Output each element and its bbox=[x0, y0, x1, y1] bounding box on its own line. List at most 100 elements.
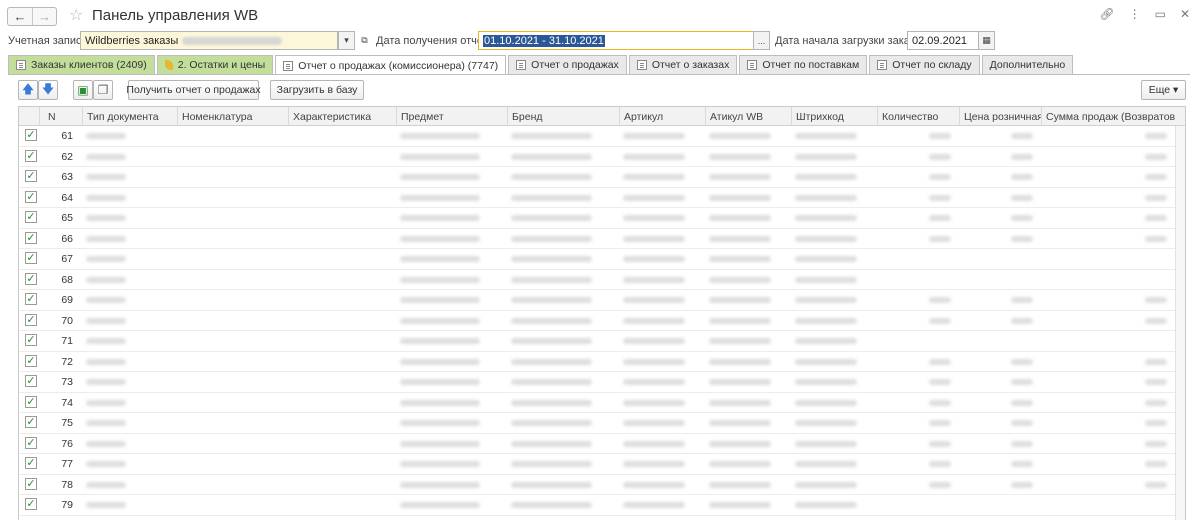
orders-start-field[interactable]: 02.09.2021 bbox=[907, 31, 979, 50]
table-row[interactable]: ✓ 70 bbox=[19, 311, 1185, 331]
table-row[interactable]: ✓ 64 bbox=[19, 188, 1185, 208]
header-brand[interactable]: Бренд bbox=[507, 107, 619, 126]
tab-stock-prices[interactable]: 2. Остатки и цены bbox=[156, 55, 274, 74]
table-row[interactable]: ✓ 67 bbox=[19, 249, 1185, 270]
row-number: 77 bbox=[61, 458, 73, 470]
row-number: 65 bbox=[61, 212, 73, 224]
row-checkbox[interactable]: ✓ bbox=[25, 313, 37, 326]
close-icon[interactable]: ✕ bbox=[1180, 7, 1190, 21]
star-icon[interactable]: ☆ bbox=[69, 5, 83, 25]
tab-commission-sales-report[interactable]: Отчет о продажах (комиссионера) (7747) bbox=[275, 55, 507, 75]
row-checkbox[interactable]: ✓ bbox=[25, 436, 37, 449]
table-row[interactable]: ✓ 78 bbox=[19, 475, 1185, 495]
check-all-button[interactable]: ▣ bbox=[73, 80, 93, 100]
account-dropdown-button[interactable]: ▾ bbox=[338, 31, 355, 50]
table-row[interactable]: ✓ 63 bbox=[19, 167, 1185, 188]
header-n[interactable]: N bbox=[39, 107, 82, 126]
header-article-wb[interactable]: Атикул WB bbox=[705, 107, 791, 126]
blurred-text bbox=[86, 235, 126, 242]
more-button[interactable]: Еще ▾ bbox=[1141, 80, 1186, 100]
open-account-button[interactable]: ⧉ bbox=[356, 31, 373, 50]
table-row[interactable]: ✓ 79 bbox=[19, 495, 1185, 516]
blurred-cell bbox=[1041, 290, 1175, 310]
blurred-text bbox=[400, 215, 480, 221]
blurred-text bbox=[709, 194, 771, 201]
row-checkbox[interactable]: ✓ bbox=[25, 334, 37, 346]
load-to-db-button[interactable]: Загрузить в базу bbox=[270, 80, 364, 100]
row-checkbox[interactable]: ✓ bbox=[25, 416, 37, 428]
move-down-button[interactable]: 🡇 bbox=[38, 80, 58, 100]
table-row[interactable]: ✓ 69 bbox=[19, 290, 1185, 311]
header-check bbox=[19, 107, 39, 126]
blurred-cell bbox=[82, 229, 177, 249]
tab-supplies-report[interactable]: Отчет по поставкам bbox=[739, 55, 868, 74]
get-sales-report-button[interactable]: Получить отчет о продажах bbox=[126, 80, 261, 100]
blurred-cell bbox=[705, 495, 791, 515]
table-row[interactable]: ✓ 73 bbox=[19, 372, 1185, 393]
row-checkbox[interactable]: ✓ bbox=[25, 211, 37, 223]
report-date-field[interactable]: 01.10.2021 - 31.10.2021 bbox=[478, 31, 754, 50]
forward-button[interactable]: → bbox=[32, 8, 56, 25]
row-checkbox[interactable]: ✓ bbox=[25, 231, 37, 244]
tab-warehouse-report[interactable]: Отчет по складу bbox=[869, 55, 980, 74]
header-nomenclature[interactable]: Номенклатура bbox=[177, 107, 288, 126]
row-checkbox[interactable]: ✓ bbox=[25, 170, 37, 182]
vertical-scrollbar[interactable] bbox=[1175, 126, 1185, 520]
header-quantity[interactable]: Количество bbox=[877, 107, 959, 126]
row-checkbox[interactable]: ✓ bbox=[25, 395, 37, 408]
row-checkbox[interactable]: ✓ bbox=[25, 149, 37, 162]
table-row[interactable]: ✓ 76 bbox=[19, 434, 1185, 454]
blurred-cell bbox=[619, 208, 705, 228]
row-checkbox[interactable]: ✓ bbox=[25, 477, 37, 490]
table-row[interactable]: ✓ 68 bbox=[19, 270, 1185, 290]
link-icon[interactable]: 🔗︎ bbox=[1099, 7, 1114, 21]
row-checkbox[interactable]: ✓ bbox=[25, 252, 37, 264]
table-row[interactable]: ✓ 71 bbox=[19, 331, 1185, 352]
tab-customer-orders[interactable]: Заказы клиентов (2409) bbox=[8, 55, 155, 74]
blurred-text bbox=[623, 276, 685, 283]
account-field[interactable]: Wildberries заказы bbox=[80, 31, 338, 50]
header-retail-price[interactable]: Цена розничная bbox=[959, 107, 1041, 126]
row-checkbox[interactable]: ✓ bbox=[25, 457, 37, 469]
row-checkbox[interactable]: ✓ bbox=[25, 293, 37, 305]
table-row[interactable]: ✓ 61 bbox=[19, 126, 1185, 147]
blurred-text bbox=[511, 174, 592, 180]
row-checkbox[interactable]: ✓ bbox=[25, 190, 37, 203]
table-row[interactable]: ✓ 74 bbox=[19, 393, 1185, 413]
header-article[interactable]: Артикул bbox=[619, 107, 705, 126]
header-sales-sum[interactable]: Сумма продаж (Возвратов) bbox=[1041, 107, 1175, 126]
table-row[interactable]: ✓ 65 bbox=[19, 208, 1185, 229]
row-checkbox[interactable]: ✓ bbox=[25, 498, 37, 510]
tab-orders-report[interactable]: Отчет о заказах bbox=[628, 55, 738, 74]
table-row[interactable]: ✓ 77 bbox=[19, 454, 1185, 475]
maximize-icon[interactable]: ▭ bbox=[1155, 7, 1166, 21]
blurred-cell bbox=[396, 147, 507, 167]
header-subject[interactable]: Предмет bbox=[396, 107, 507, 126]
row-checkbox[interactable]: ✓ bbox=[25, 272, 37, 285]
row-checkbox[interactable]: ✓ bbox=[25, 129, 37, 141]
header-barcode[interactable]: Штрихкод bbox=[791, 107, 877, 126]
back-button[interactable]: ← bbox=[8, 8, 32, 25]
tab-sales-report[interactable]: Отчет о продажах bbox=[508, 55, 627, 74]
header-characteristic[interactable]: Характеристика bbox=[288, 107, 396, 126]
row-checkbox[interactable]: ✓ bbox=[25, 375, 37, 387]
kebab-menu-icon[interactable]: ⋮ bbox=[1129, 7, 1141, 21]
blurred-text bbox=[400, 399, 480, 406]
table-row[interactable]: ✓ 72 bbox=[19, 352, 1185, 372]
blurred-text bbox=[795, 174, 857, 180]
calendar-button[interactable]: ▦ bbox=[978, 31, 995, 50]
uncheck-all-button[interactable]: ❐ bbox=[93, 80, 113, 100]
blurred-text bbox=[709, 358, 771, 365]
report-date-choose-button[interactable]: ... bbox=[753, 31, 770, 50]
header-doc-type[interactable]: Тип документа bbox=[82, 107, 177, 126]
table-row[interactable]: ✓ 62 bbox=[19, 147, 1185, 167]
table-row[interactable]: ✓ 66 bbox=[19, 229, 1185, 249]
move-up-button[interactable]: 🡅 bbox=[18, 80, 38, 100]
blurred-text bbox=[1145, 379, 1167, 385]
tab-additional[interactable]: Дополнительно bbox=[981, 55, 1074, 74]
blurred-text bbox=[400, 133, 480, 139]
blurred-text bbox=[511, 440, 592, 447]
row-checkbox[interactable]: ✓ bbox=[25, 354, 37, 367]
open-icon: ⧉ bbox=[361, 35, 368, 45]
table-row[interactable]: ✓ 75 bbox=[19, 413, 1185, 434]
